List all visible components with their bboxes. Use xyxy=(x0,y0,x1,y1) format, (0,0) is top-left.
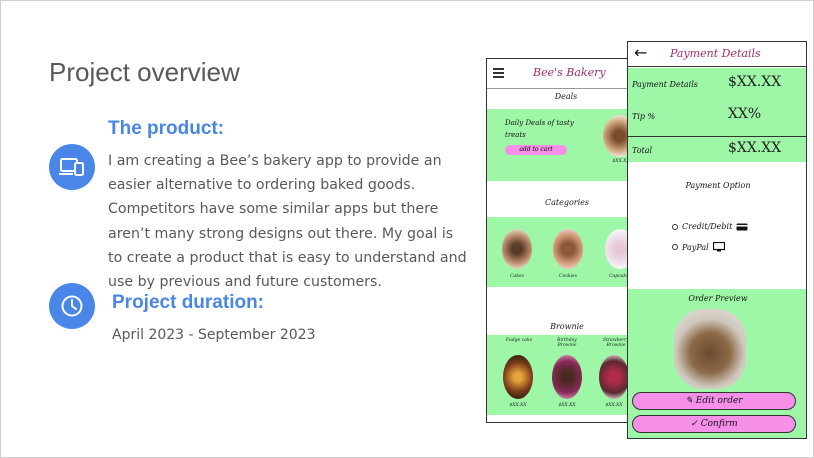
option-credit-debit[interactable]: Credit/Debit xyxy=(672,222,748,231)
payment-row-label: Tip % xyxy=(632,112,656,121)
brownie-label: Fudge cake xyxy=(505,338,533,343)
deal-card[interactable]: Daily Deals of tasty treats add to cart … xyxy=(487,109,645,181)
monitor-icon xyxy=(712,242,725,252)
add-to-cart-button[interactable]: add to cart xyxy=(505,145,567,155)
radio-button[interactable] xyxy=(672,223,678,230)
categories-heading: Categories xyxy=(545,198,589,207)
order-preview: Order Preview ✎ Edit order ✓ Confirm xyxy=(628,289,806,438)
edit-order-label: Edit order xyxy=(695,396,743,406)
duration-heading: Project duration: xyxy=(112,292,265,313)
brownie-image[interactable] xyxy=(552,355,582,399)
order-preview-heading: Order Preview xyxy=(688,294,748,303)
payment-row-value: XX% xyxy=(728,106,762,122)
payment-row-value: $XX.XX xyxy=(728,140,782,156)
check-icon: ✓ xyxy=(690,419,698,429)
back-arrow-icon[interactable]: ← xyxy=(634,43,647,62)
option-label: PayPal xyxy=(682,242,709,252)
deals-heading: Deals xyxy=(554,92,578,101)
brownie-label: Birthday Brownie xyxy=(557,338,577,348)
category-label: Cakes xyxy=(510,274,524,279)
page-title: Project overview xyxy=(49,57,240,87)
radio-button[interactable] xyxy=(672,244,678,250)
confirm-label: Confirm xyxy=(700,419,738,429)
payment-row-value: $XX.XX xyxy=(728,74,782,90)
home-screen-mockup: Bee's Bakery Deals Daily Deals of tasty … xyxy=(486,58,646,423)
brownie-price: $XX.XX xyxy=(558,403,576,408)
payment-row-label: Payment Details xyxy=(632,80,698,89)
product-heading: The product: xyxy=(108,118,225,139)
category-cookies-image[interactable] xyxy=(553,229,583,269)
slide: Project overview The product: I am creat… xyxy=(0,0,814,458)
brownie-row: Fudge cake Birthday Brownie Strawberry B… xyxy=(487,335,645,415)
edit-icon: ✎ xyxy=(685,396,693,406)
payment-summary: Payment Details $XX.XX Tip % XX% Total $… xyxy=(628,68,806,162)
payment-screen-mockup: ← Payment Details Payment Details $XX.XX… xyxy=(627,41,807,439)
brownie-price: $XX.XX xyxy=(509,403,527,408)
duration-dates: April 2023 - September 2023 xyxy=(112,327,316,343)
confirm-button[interactable]: ✓ Confirm xyxy=(632,415,796,433)
brownie-heading: Brownie xyxy=(550,322,584,331)
divider xyxy=(628,136,806,137)
option-paypal[interactable]: PayPal xyxy=(672,242,725,252)
payment-header: ← Payment Details xyxy=(628,42,806,67)
menu-icon[interactable] xyxy=(493,68,504,80)
category-cakes-image[interactable] xyxy=(502,229,532,269)
clock-icon xyxy=(49,283,95,329)
product-description: I am creating a Bee’s bakery app to prov… xyxy=(108,153,467,291)
cake-image xyxy=(674,309,746,389)
brownie-image[interactable] xyxy=(503,355,533,399)
categories-row: Cakes Cookies Cupcakes xyxy=(487,217,645,287)
option-label: Credit/Debit xyxy=(682,222,733,231)
app-brand: Bee's Bakery xyxy=(533,66,606,79)
devices-icon xyxy=(49,144,95,190)
payment-row-label: Total xyxy=(632,146,653,155)
brownie-image[interactable] xyxy=(599,355,629,399)
payment-option-heading: Payment Option xyxy=(685,181,751,190)
category-label: Cookies xyxy=(559,274,577,279)
payment-title: Payment Details xyxy=(670,47,761,60)
deal-text: Daily Deals of tasty treats xyxy=(505,119,574,139)
app-header: Bee's Bakery xyxy=(487,59,645,89)
credit-card-icon xyxy=(736,223,748,230)
edit-order-button[interactable]: ✎ Edit order xyxy=(632,392,796,410)
